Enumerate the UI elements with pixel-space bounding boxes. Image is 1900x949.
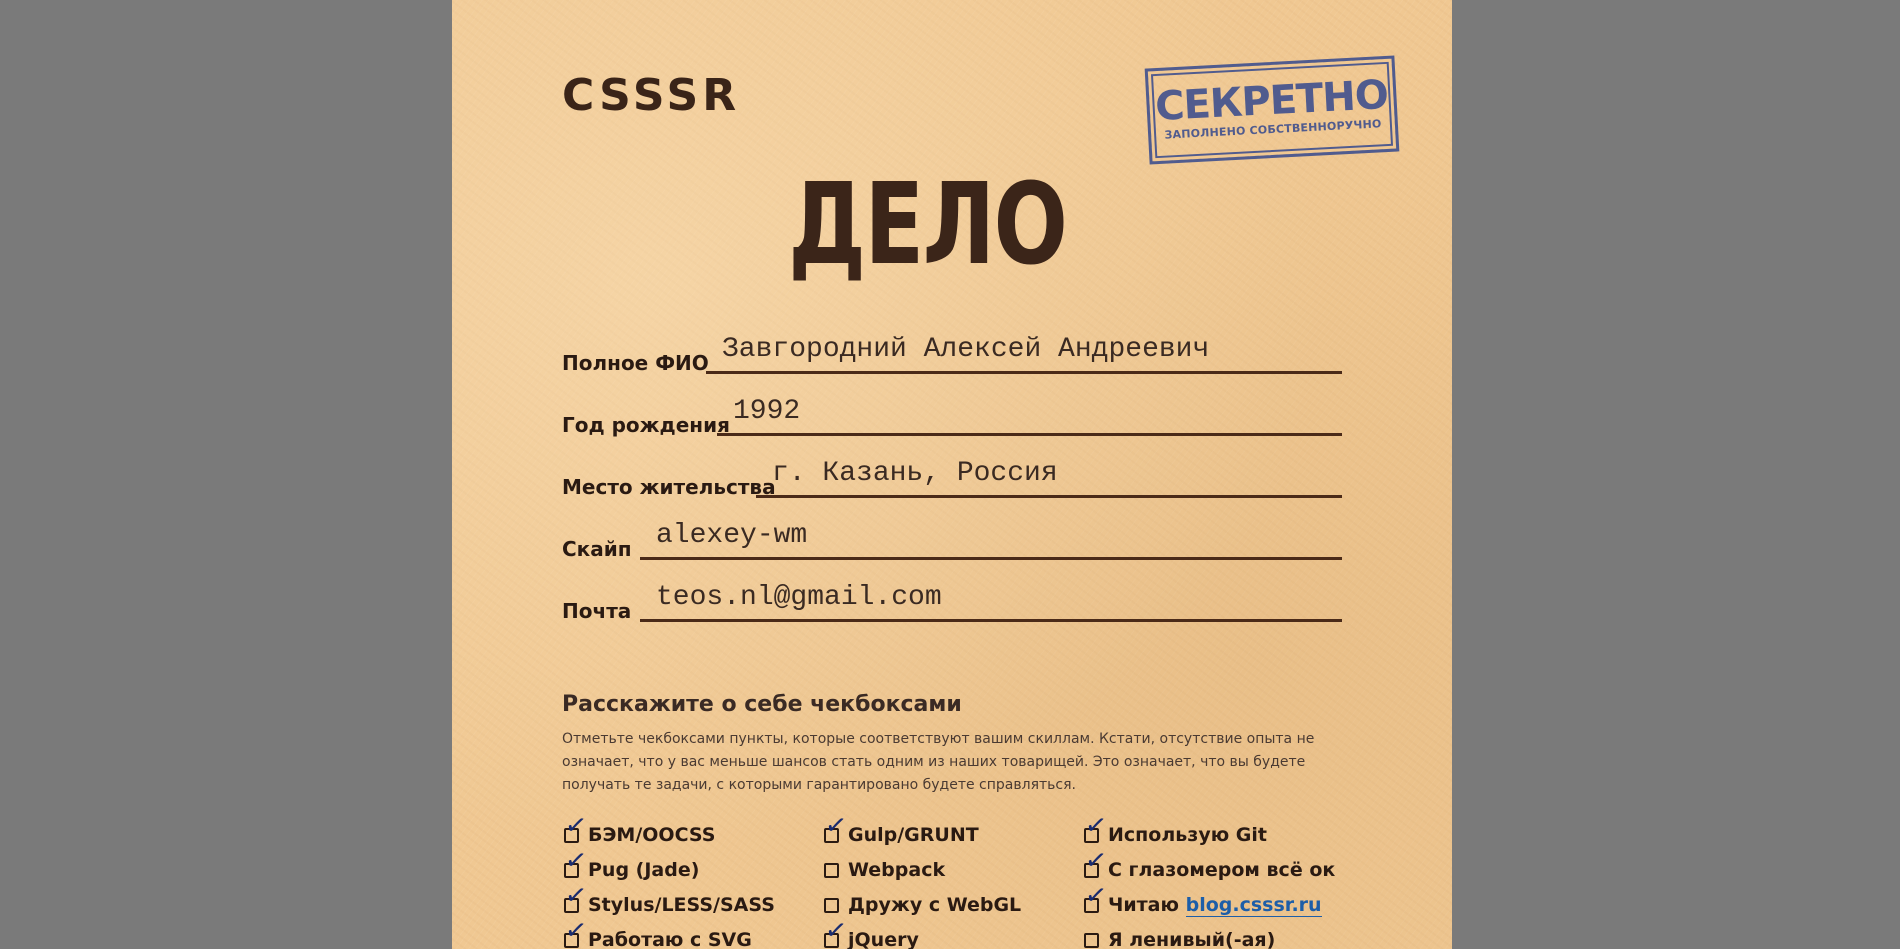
skill-label: Webpack [848, 859, 946, 881]
checkmark-icon: ✓ [563, 844, 589, 878]
checkmark-icon: ✓ [563, 809, 589, 843]
checkbox[interactable] [824, 863, 839, 878]
checkmark-icon: ✓ [1083, 844, 1109, 878]
skype-value[interactable]: alexey-wm [656, 520, 807, 551]
form-row-year: Год рождения 1992 [562, 385, 1342, 437]
skill-label: С глазомером всё ок [1108, 859, 1336, 881]
skills-description: Отметьте чекбоксами пункты, которые соот… [562, 731, 1315, 793]
checkbox[interactable] [1084, 933, 1099, 948]
secret-stamp: СЕКРЕТНО ЗАПОЛНЕНО СОБСТВЕННОРУЧНО [1144, 55, 1400, 165]
skype-field[interactable]: alexey-wm [640, 516, 1342, 560]
form-row-email: Почта teos.nl@gmail.com [562, 571, 1342, 623]
skill-label: Использую Git [1108, 824, 1267, 846]
year-label: Год рождения [562, 413, 730, 437]
skill-label: Pug (Jade) [588, 859, 700, 881]
year-value[interactable]: 1992 [733, 396, 800, 427]
page-title: ДЕЛО [788, 160, 1068, 290]
year-field[interactable]: 1992 [717, 392, 1342, 436]
checkmark-icon: ✓ [823, 809, 849, 843]
checkmark-icon: ✓ [563, 914, 589, 948]
skype-label: Скайп [562, 537, 632, 561]
skill-label: Gulp/GRUNT [848, 824, 979, 846]
skill-label: jQuery [848, 929, 919, 949]
skill-label: Я ленивый(-ая) [1108, 929, 1276, 949]
skill-label: БЭМ/OOCSS [588, 824, 716, 846]
city-value[interactable]: г. Казань, Россия [772, 458, 1058, 489]
dossier-paper: CSSSR СЕКРЕТНО ЗАПОЛНЕНО СОБСТВЕННОРУЧНО… [452, 0, 1452, 949]
skills-title: Расскажите о себе чекбоксами [562, 692, 962, 717]
csssr-logo[interactable]: CSSSR [562, 70, 740, 121]
skill-label: Stylus/LESS/SASS [588, 894, 775, 916]
email-value[interactable]: teos.nl@gmail.com [656, 582, 942, 613]
checkbox[interactable] [824, 898, 839, 913]
checkmark-icon: ✓ [823, 914, 849, 948]
skill-label: Дружу с WebGL [848, 894, 1022, 916]
skill-label: Читаю blog.csssr.ru [1108, 894, 1322, 917]
form-row-name: Полное ФИО Завгородний Алексей Андреевич [562, 323, 1342, 375]
form-row-city: Место жительства г. Казань, Россия [562, 447, 1342, 499]
email-label: Почта [562, 599, 632, 623]
city-field[interactable]: г. Казань, Россия [756, 454, 1342, 498]
email-field[interactable]: teos.nl@gmail.com [640, 578, 1342, 622]
name-value[interactable]: Завгородний Алексей Андреевич [722, 334, 1209, 365]
name-label: Полное ФИО [562, 351, 709, 375]
checkmark-icon: ✓ [1083, 809, 1109, 843]
checkmark-icon: ✓ [1083, 879, 1109, 913]
name-field[interactable]: Завгородний Алексей Андреевич [706, 330, 1342, 374]
checkmark-icon: ✓ [563, 879, 589, 913]
city-label: Место жительства [562, 475, 776, 499]
skill-label: Работаю с SVG [588, 929, 752, 949]
blog-link[interactable]: blog.csssr.ru [1185, 894, 1322, 917]
form-row-skype: Скайп alexey-wm [562, 509, 1342, 561]
